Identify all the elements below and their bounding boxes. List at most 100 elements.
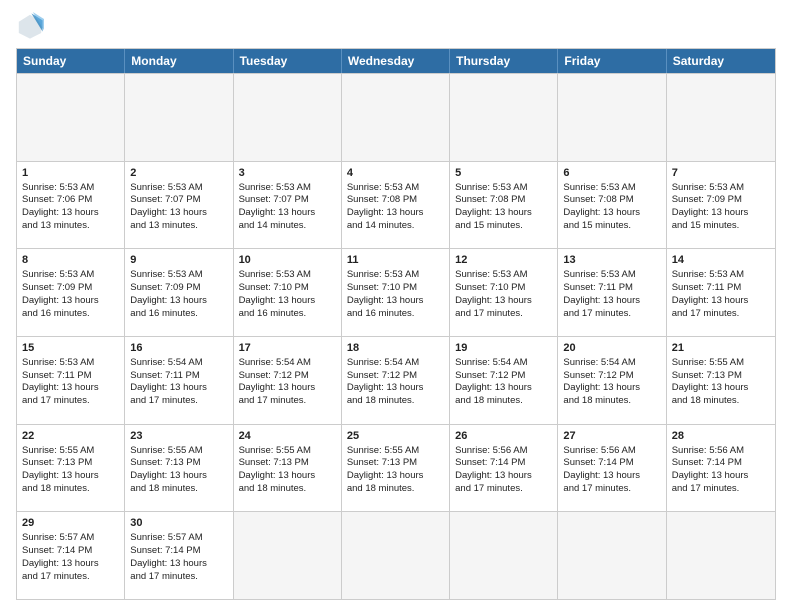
cal-cell-4-7: 21Sunrise: 5:55 AMSunset: 7:13 PMDayligh… [667,337,775,424]
cal-cell-1-1 [17,74,125,161]
day-info: and 17 minutes. [455,308,552,321]
day-info: Sunrise: 5:56 AM [672,445,770,458]
day-info: and 17 minutes. [22,395,119,408]
day-of-week-friday: Friday [558,49,666,73]
cal-cell-3-5: 12Sunrise: 5:53 AMSunset: 7:10 PMDayligh… [450,249,558,336]
day-number: 12 [455,253,552,268]
day-info: and 18 minutes. [347,483,444,496]
day-info: and 17 minutes. [563,308,660,321]
day-info: Sunset: 7:06 PM [22,194,119,207]
day-info: Daylight: 13 hours [239,207,336,220]
day-info: Daylight: 13 hours [130,470,227,483]
day-info: Sunset: 7:12 PM [239,370,336,383]
day-info: Sunset: 7:12 PM [455,370,552,383]
logo-icon [16,12,44,40]
day-info: Daylight: 13 hours [130,558,227,571]
day-info: Sunset: 7:11 PM [672,282,770,295]
week-row-1 [17,73,775,161]
logo [16,12,48,40]
day-info: Daylight: 13 hours [22,207,119,220]
day-info: Daylight: 13 hours [347,295,444,308]
day-info: Sunset: 7:13 PM [22,457,119,470]
day-number: 21 [672,341,770,356]
day-info: Sunset: 7:14 PM [22,545,119,558]
day-info: Sunrise: 5:53 AM [347,182,444,195]
week-row-4: 15Sunrise: 5:53 AMSunset: 7:11 PMDayligh… [17,336,775,424]
cal-cell-2-1: 1Sunrise: 5:53 AMSunset: 7:06 PMDaylight… [17,162,125,249]
day-number: 17 [239,341,336,356]
day-info: Sunrise: 5:57 AM [130,532,227,545]
day-info: Sunrise: 5:53 AM [239,182,336,195]
day-number: 7 [672,166,770,181]
day-info: Daylight: 13 hours [672,382,770,395]
day-info: Daylight: 13 hours [672,207,770,220]
cal-cell-4-1: 15Sunrise: 5:53 AMSunset: 7:11 PMDayligh… [17,337,125,424]
header [16,12,776,40]
day-info: and 15 minutes. [672,220,770,233]
day-info: Daylight: 13 hours [22,295,119,308]
cal-cell-4-4: 18Sunrise: 5:54 AMSunset: 7:12 PMDayligh… [342,337,450,424]
day-info: Sunset: 7:14 PM [563,457,660,470]
day-info: Sunset: 7:10 PM [347,282,444,295]
day-info: Sunset: 7:09 PM [22,282,119,295]
day-info: Sunset: 7:13 PM [130,457,227,470]
day-info: Daylight: 13 hours [130,295,227,308]
day-info: Daylight: 13 hours [563,207,660,220]
cal-cell-2-5: 5Sunrise: 5:53 AMSunset: 7:08 PMDaylight… [450,162,558,249]
day-number: 20 [563,341,660,356]
day-info: and 17 minutes. [130,395,227,408]
day-info: and 17 minutes. [130,571,227,584]
day-info: Sunset: 7:13 PM [239,457,336,470]
day-info: Sunset: 7:09 PM [130,282,227,295]
day-of-week-monday: Monday [125,49,233,73]
day-info: Sunrise: 5:54 AM [563,357,660,370]
day-info: Sunrise: 5:53 AM [130,182,227,195]
day-info: Sunrise: 5:54 AM [239,357,336,370]
day-info: Sunrise: 5:56 AM [563,445,660,458]
day-info: Daylight: 13 hours [563,295,660,308]
day-number: 30 [130,516,227,531]
day-info: Sunset: 7:08 PM [455,194,552,207]
day-number: 6 [563,166,660,181]
day-info: Sunrise: 5:53 AM [22,357,119,370]
day-number: 9 [130,253,227,268]
day-info: Sunset: 7:12 PM [563,370,660,383]
day-number: 23 [130,429,227,444]
day-number: 5 [455,166,552,181]
cal-cell-5-7: 28Sunrise: 5:56 AMSunset: 7:14 PMDayligh… [667,425,775,512]
day-info: Daylight: 13 hours [347,382,444,395]
day-info: Sunset: 7:11 PM [563,282,660,295]
day-info: Sunset: 7:12 PM [347,370,444,383]
day-info: Sunrise: 5:55 AM [22,445,119,458]
day-of-week-saturday: Saturday [667,49,775,73]
cal-cell-6-6 [558,512,666,599]
day-info: Sunrise: 5:53 AM [455,182,552,195]
cal-cell-2-4: 4Sunrise: 5:53 AMSunset: 7:08 PMDaylight… [342,162,450,249]
day-info: Daylight: 13 hours [22,470,119,483]
day-number: 10 [239,253,336,268]
day-info: and 18 minutes. [347,395,444,408]
day-info: Sunset: 7:11 PM [130,370,227,383]
day-info: Daylight: 13 hours [347,207,444,220]
day-info: and 16 minutes. [130,308,227,321]
day-number: 1 [22,166,119,181]
day-info: Sunrise: 5:53 AM [22,269,119,282]
day-info: Sunrise: 5:54 AM [130,357,227,370]
week-row-3: 8Sunrise: 5:53 AMSunset: 7:09 PMDaylight… [17,248,775,336]
cal-cell-3-4: 11Sunrise: 5:53 AMSunset: 7:10 PMDayligh… [342,249,450,336]
day-info: Daylight: 13 hours [455,382,552,395]
day-number: 18 [347,341,444,356]
cal-cell-2-2: 2Sunrise: 5:53 AMSunset: 7:07 PMDaylight… [125,162,233,249]
day-info: and 18 minutes. [22,483,119,496]
day-info: Sunrise: 5:56 AM [455,445,552,458]
page: SundayMondayTuesdayWednesdayThursdayFrid… [0,0,792,612]
cal-cell-1-6 [558,74,666,161]
day-info: Sunset: 7:10 PM [455,282,552,295]
day-info: Daylight: 13 hours [563,382,660,395]
day-info: Sunrise: 5:53 AM [347,269,444,282]
calendar: SundayMondayTuesdayWednesdayThursdayFrid… [16,48,776,600]
day-info: and 17 minutes. [22,571,119,584]
cal-cell-2-3: 3Sunrise: 5:53 AMSunset: 7:07 PMDaylight… [234,162,342,249]
day-info: and 18 minutes. [455,395,552,408]
day-info: Sunrise: 5:53 AM [130,269,227,282]
